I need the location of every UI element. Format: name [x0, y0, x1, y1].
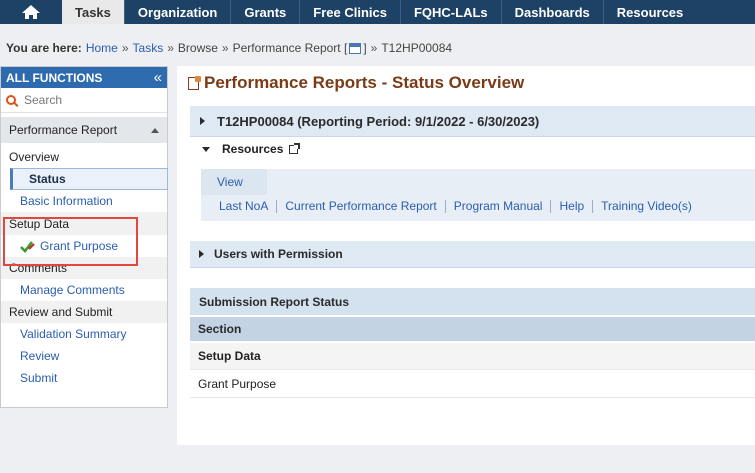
nav-tab-fqhc-lals[interactable]: FQHC-LALs: [399, 0, 501, 24]
sidebar-section-label: Performance Report: [9, 123, 118, 137]
sidebar-item-validation-summary[interactable]: Validation Summary: [1, 323, 167, 345]
external-link-icon[interactable]: [289, 142, 301, 154]
nav-tab-organization[interactable]: Organization: [123, 0, 230, 24]
submission-status-header: Submission Report Status: [190, 288, 755, 315]
sidebar-item-review[interactable]: Review: [1, 345, 167, 367]
link-last-noa[interactable]: Last NoA: [219, 200, 278, 213]
link-program-manual[interactable]: Program Manual: [446, 200, 552, 213]
link-training-videos[interactable]: Training Video(s): [593, 200, 700, 213]
expand-triangle-icon: [199, 250, 204, 258]
report-icon: [188, 75, 201, 90]
sidebar-section-performance-report[interactable]: Performance Report: [1, 117, 167, 143]
sidebar-item-status[interactable]: Status: [10, 168, 168, 190]
sidebar-header: ALL FUNCTIONS «: [1, 67, 167, 88]
sidebar-item-manage-comments[interactable]: Manage Comments: [1, 279, 167, 301]
table-row: Grant Purpose: [190, 371, 755, 398]
users-with-permission-header[interactable]: Users with Permission: [190, 241, 755, 268]
search-placeholder: Search: [24, 93, 63, 107]
resources-label: Resources: [222, 142, 284, 156]
tab-view[interactable]: View: [201, 169, 267, 195]
resources-toggle[interactable]: Resources: [190, 142, 301, 156]
highlight-box: [3, 217, 138, 266]
breadcrumb-tasks-link[interactable]: Tasks: [133, 41, 164, 55]
nav-tab-free-clinics[interactable]: Free Clinics: [299, 0, 400, 24]
sidebar-item-basic-information[interactable]: Basic Information: [1, 190, 167, 212]
resources-panel: View Last NoA Current Performance Report…: [201, 169, 755, 221]
link-current-performance-report[interactable]: Current Performance Report: [277, 200, 446, 213]
breadcrumb-separator: »: [221, 41, 229, 55]
home-icon[interactable]: [0, 0, 62, 24]
nav-tab-grants[interactable]: Grants: [230, 0, 299, 24]
nav-tab-resources[interactable]: Resources: [602, 0, 696, 24]
breadcrumb-report: Performance Report [: [232, 41, 348, 55]
calendar-icon[interactable]: [349, 42, 362, 54]
expand-triangle-icon: [200, 117, 205, 125]
top-nav: Tasks Organization Grants Free Clinics F…: [0, 0, 755, 24]
breadcrumb-separator: »: [121, 41, 129, 55]
breadcrumb-home-link[interactable]: Home: [86, 41, 118, 55]
breadcrumb-browse: Browse: [177, 41, 218, 55]
collapse-triangle-icon: [151, 127, 159, 133]
users-with-permission-label: Users with Permission: [214, 247, 343, 261]
sidebar-group-review-and-submit: Review and Submit: [1, 301, 167, 323]
reporting-period-text: T12HP00084 (Reporting Period: 9/1/2022 -…: [217, 113, 540, 129]
breadcrumb-separator: »: [370, 41, 378, 55]
sidebar-item-submit[interactable]: Submit: [1, 367, 167, 389]
breadcrumb-label: You are here:: [6, 41, 82, 55]
nav-tab-dashboards[interactable]: Dashboards: [500, 0, 603, 24]
resource-links: Last NoA Current Performance Report Prog…: [219, 200, 700, 213]
section-column-header: Section: [190, 317, 755, 341]
link-help[interactable]: Help: [551, 200, 594, 213]
breadcrumb-separator: »: [167, 41, 174, 55]
table-row-group: Setup Data: [190, 343, 755, 370]
main-panel: Performance Reports - Status Overview T1…: [177, 66, 755, 445]
breadcrumb-current: T12HP00084: [381, 41, 453, 55]
sidebar-group-overview: Overview: [9, 150, 60, 164]
collapse-triangle-icon: [202, 146, 210, 152]
breadcrumb: You are here: Home » Tasks » Browse » Pe…: [6, 41, 452, 55]
nav-tab-tasks[interactable]: Tasks: [62, 0, 124, 24]
page-title-text: Performance Reports - Status Overview: [204, 73, 525, 92]
sidebar-title: ALL FUNCTIONS: [6, 70, 103, 85]
breadcrumb-report-close: ]: [363, 41, 367, 55]
page-title: Performance Reports - Status Overview: [188, 73, 524, 93]
sidebar-search[interactable]: Search: [1, 88, 167, 113]
reporting-period-header[interactable]: T12HP00084 (Reporting Period: 9/1/2022 -…: [190, 106, 755, 137]
collapse-icon[interactable]: «: [154, 69, 162, 86]
search-icon: [6, 95, 16, 105]
